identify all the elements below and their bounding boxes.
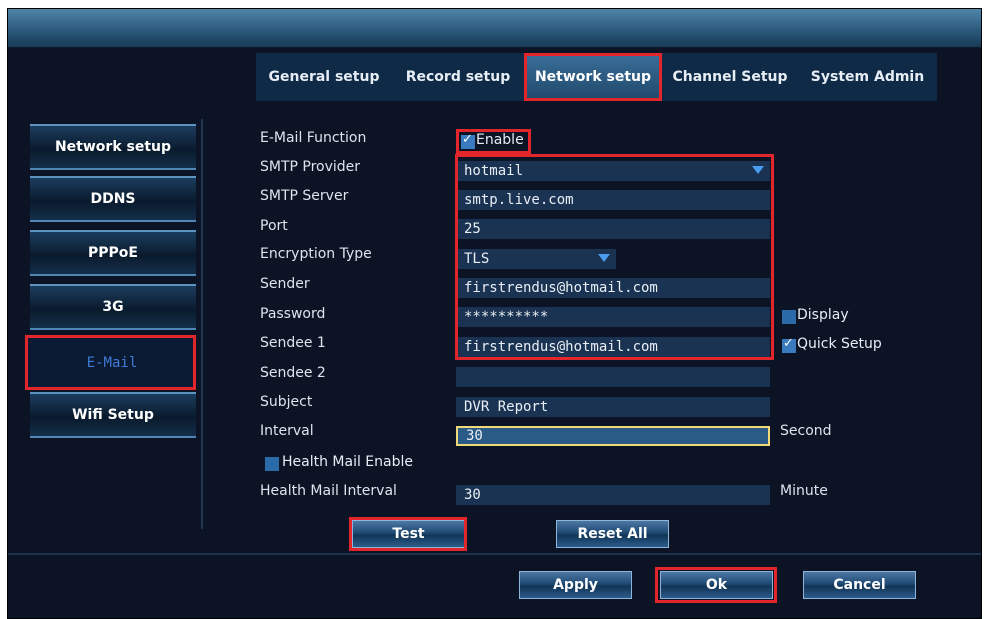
smtp-server-label: SMTP Server bbox=[260, 188, 349, 204]
chevron-down-icon bbox=[598, 254, 610, 262]
port-input[interactable]: 25 bbox=[456, 219, 770, 239]
interval-input[interactable]: 30 bbox=[456, 426, 770, 446]
encryption-type-select[interactable]: TLS bbox=[456, 249, 616, 269]
port-label: Port bbox=[260, 218, 288, 234]
display-checkbox[interactable] bbox=[782, 310, 796, 324]
quick-setup-label: Quick Setup bbox=[797, 336, 882, 352]
sendee1-label: Sendee 1 bbox=[260, 335, 326, 351]
apply-button[interactable]: Apply bbox=[519, 571, 632, 599]
ok-button[interactable]: Ok bbox=[660, 571, 773, 599]
sender-input[interactable]: firstrendus@hotmail.com bbox=[456, 278, 770, 298]
health-mail-enable-label: Health Mail Enable bbox=[282, 454, 413, 470]
sendee2-label: Sendee 2 bbox=[260, 365, 326, 381]
encryption-type-value: TLS bbox=[464, 251, 490, 267]
dvr-window: General setup Record setup Network setup… bbox=[7, 8, 982, 619]
title-bar bbox=[8, 9, 981, 48]
cancel-button[interactable]: Cancel bbox=[803, 571, 916, 599]
encryption-type-label: Encryption Type bbox=[260, 246, 372, 262]
enable-checkbox[interactable] bbox=[461, 132, 475, 149]
sidebar-divider bbox=[201, 119, 203, 529]
sidebar-item-3g[interactable]: 3G bbox=[30, 284, 196, 330]
password-label: Password bbox=[260, 306, 326, 322]
sendee1-input[interactable]: firstrendus@hotmail.com bbox=[456, 337, 770, 357]
smtp-provider-select[interactable]: hotmail bbox=[456, 161, 770, 181]
health-mail-enable-checkbox[interactable] bbox=[265, 457, 279, 471]
tab-network-setup[interactable]: Network setup bbox=[524, 53, 662, 101]
sidebar-item-wifi-setup[interactable]: Wifi Setup bbox=[30, 392, 196, 438]
smtp-provider-label: SMTP Provider bbox=[260, 159, 361, 175]
subject-label: Subject bbox=[260, 394, 313, 410]
enable-label: Enable bbox=[476, 132, 524, 148]
email-function-label: E-Mail Function bbox=[260, 130, 367, 146]
footer-separator bbox=[8, 553, 981, 555]
smtp-server-input[interactable]: smtp.live.com bbox=[456, 190, 770, 210]
tab-general-setup[interactable]: General setup bbox=[256, 53, 392, 101]
tab-channel-setup[interactable]: Channel Setup bbox=[662, 53, 798, 101]
sidebar-item-network-setup[interactable]: Network setup bbox=[30, 124, 196, 170]
health-mail-interval-label: Health Mail Interval bbox=[260, 483, 397, 499]
health-mail-interval-input[interactable]: 30 bbox=[456, 485, 770, 505]
sendee2-input[interactable] bbox=[456, 367, 770, 387]
sidebar-item-pppoe[interactable]: PPPoE bbox=[30, 230, 196, 276]
sidebar-item-ddns[interactable]: DDNS bbox=[30, 176, 196, 222]
sidebar-item-email[interactable]: E-Mail bbox=[28, 337, 196, 389]
subject-input[interactable]: DVR Report bbox=[456, 397, 770, 417]
password-input[interactable]: ********** bbox=[456, 307, 770, 327]
chevron-down-icon bbox=[752, 166, 764, 174]
test-button[interactable]: Test bbox=[352, 520, 465, 548]
top-tab-bar: General setup Record setup Network setup… bbox=[256, 53, 937, 101]
interval-label: Interval bbox=[260, 423, 314, 439]
smtp-provider-value: hotmail bbox=[464, 163, 524, 179]
sender-label: Sender bbox=[260, 276, 310, 292]
quick-setup-checkbox[interactable] bbox=[782, 336, 796, 353]
health-mail-interval-unit: Minute bbox=[780, 483, 828, 499]
tab-system-admin[interactable]: System Admin bbox=[798, 53, 937, 101]
tab-record-setup[interactable]: Record setup bbox=[392, 53, 524, 101]
reset-all-button[interactable]: Reset All bbox=[556, 520, 669, 548]
display-label: Display bbox=[797, 307, 849, 323]
interval-unit: Second bbox=[780, 423, 832, 439]
